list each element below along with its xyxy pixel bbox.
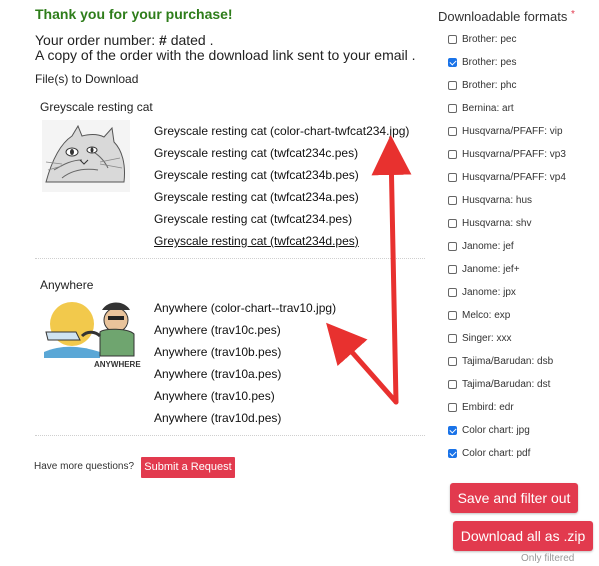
format-checkbox[interactable] bbox=[448, 81, 457, 90]
format-option[interactable]: Husqvarna: shv bbox=[448, 218, 531, 229]
download-zip-button[interactable]: Download all as .zip bbox=[453, 521, 593, 551]
format-label: Bernina: art bbox=[462, 103, 514, 114]
format-label: Janome: jef+ bbox=[462, 264, 520, 275]
format-checkbox[interactable] bbox=[448, 173, 457, 182]
format-label: Color chart: jpg bbox=[462, 425, 530, 436]
order-number-label: Your order number: bbox=[35, 32, 156, 48]
format-label: Tajima/Barudan: dst bbox=[462, 379, 551, 390]
format-label: Tajima/Barudan: dsb bbox=[462, 356, 554, 367]
format-label: Husqvarna/PFAFF: vp4 bbox=[462, 172, 566, 183]
only-filtered-note: Only filtered bbox=[521, 553, 575, 564]
format-label: Melco: exp bbox=[462, 310, 511, 321]
format-option[interactable]: Singer: xxx bbox=[448, 333, 511, 344]
save-and-filter-button[interactable]: Save and filter out bbox=[450, 483, 578, 513]
format-label: Janome: jpx bbox=[462, 287, 516, 298]
format-checkbox[interactable] bbox=[448, 334, 457, 343]
format-checkbox[interactable] bbox=[448, 104, 457, 113]
submit-request-button[interactable]: Submit a Request bbox=[141, 457, 235, 478]
anywhere-thumb-text: ANYWHERE bbox=[94, 360, 141, 369]
format-checkbox[interactable] bbox=[448, 127, 457, 136]
format-label: Brother: phc bbox=[462, 80, 517, 91]
format-option[interactable]: Color chart: jpg bbox=[448, 425, 530, 436]
format-checkbox[interactable] bbox=[448, 357, 457, 366]
product-divider bbox=[35, 258, 425, 259]
format-option[interactable]: Janome: jpx bbox=[448, 287, 516, 298]
format-label: Husqvarna/PFAFF: vip bbox=[462, 126, 563, 137]
format-option[interactable]: Brother: pec bbox=[448, 34, 516, 45]
format-checkbox[interactable] bbox=[448, 58, 457, 67]
file-link-anywhere-color-chart[interactable]: Anywhere (color-chart--trav10.jpg) bbox=[154, 301, 336, 315]
format-option[interactable]: Color chart: pdf bbox=[448, 448, 530, 459]
required-mark: * bbox=[570, 9, 575, 20]
format-option[interactable]: Melco: exp bbox=[448, 310, 510, 321]
format-checkbox[interactable] bbox=[448, 35, 457, 44]
formats-title-text: Downloadable formats bbox=[438, 9, 568, 24]
formats-title: Downloadable formats * bbox=[438, 9, 575, 24]
format-option[interactable]: Janome: jef bbox=[448, 241, 514, 252]
format-checkbox[interactable] bbox=[448, 150, 457, 159]
format-label: Brother: pec bbox=[462, 34, 517, 45]
format-option[interactable]: Husqvarna/PFAFF: vp3 bbox=[448, 149, 566, 160]
format-label: Janome: jef bbox=[462, 241, 514, 252]
thank-you-heading: Thank you for your purchase! bbox=[35, 6, 233, 22]
product-divider bbox=[35, 435, 425, 436]
order-number-value: # bbox=[159, 32, 167, 48]
format-option[interactable]: Brother: phc bbox=[448, 80, 516, 91]
format-label: Embird: edr bbox=[462, 402, 514, 413]
file-link-cat-color-chart[interactable]: Greyscale resting cat (color-chart-twfca… bbox=[154, 124, 409, 138]
help-question: Have more questions? bbox=[34, 461, 135, 472]
format-checkbox[interactable] bbox=[448, 449, 457, 458]
file-link-anywhere-b[interactable]: Anywhere (trav10b.pes) bbox=[154, 345, 281, 359]
format-option[interactable]: Husqvarna/PFAFF: vip bbox=[448, 126, 563, 137]
format-checkbox[interactable] bbox=[448, 403, 457, 412]
format-option[interactable]: Janome: jef+ bbox=[448, 264, 520, 275]
format-checkbox[interactable] bbox=[448, 426, 457, 435]
format-option[interactable]: Husqvarna: hus bbox=[448, 195, 532, 206]
file-link-anywhere-d[interactable]: Anywhere (trav10d.pes) bbox=[154, 411, 281, 425]
format-label: Brother: pes bbox=[462, 57, 517, 68]
format-option[interactable]: Tajima/Barudan: dsb bbox=[448, 356, 553, 367]
format-checkbox[interactable] bbox=[448, 242, 457, 251]
order-dated-text: dated . bbox=[170, 32, 214, 48]
format-label: Husqvarna/PFAFF: vp3 bbox=[462, 149, 566, 160]
format-checkbox[interactable] bbox=[448, 288, 457, 297]
format-checkbox[interactable] bbox=[448, 380, 457, 389]
file-link-cat-c[interactable]: Greyscale resting cat (twfcat234c.pes) bbox=[154, 146, 358, 160]
file-link-anywhere-c[interactable]: Anywhere (trav10c.pes) bbox=[154, 323, 281, 337]
file-link-anywhere-main[interactable]: Anywhere (trav10.pes) bbox=[154, 389, 275, 403]
format-checkbox[interactable] bbox=[448, 311, 457, 320]
product-title-anywhere: Anywhere bbox=[40, 278, 94, 292]
files-heading: File(s) to Download bbox=[35, 72, 139, 86]
format-label: Singer: xxx bbox=[462, 333, 512, 344]
file-link-cat-main[interactable]: Greyscale resting cat (twfcat234.pes) bbox=[154, 212, 352, 226]
file-link-cat-b[interactable]: Greyscale resting cat (twfcat234b.pes) bbox=[154, 168, 359, 182]
file-link-cat-a[interactable]: Greyscale resting cat (twfcat234a.pes) bbox=[154, 190, 359, 204]
format-checkbox[interactable] bbox=[448, 265, 457, 274]
product-thumbnail-anywhere[interactable]: ANYWHERE bbox=[42, 296, 144, 374]
format-option[interactable]: Embird: edr bbox=[448, 402, 514, 413]
file-link-cat-d[interactable]: Greyscale resting cat (twfcat234d.pes) bbox=[154, 234, 359, 248]
email-notice: A copy of the order with the download li… bbox=[35, 47, 416, 63]
format-option[interactable]: Bernina: art bbox=[448, 103, 514, 114]
format-label: Husqvarna: shv bbox=[462, 218, 532, 229]
format-label: Husqvarna: hus bbox=[462, 195, 533, 206]
format-checkbox[interactable] bbox=[448, 196, 457, 205]
format-checkbox[interactable] bbox=[448, 219, 457, 228]
format-option[interactable]: Tajima/Barudan: dst bbox=[448, 379, 550, 390]
annotation-arrow-line bbox=[371, 135, 412, 405]
format-option[interactable]: Husqvarna/PFAFF: vp4 bbox=[448, 172, 566, 183]
product-thumbnail-cat[interactable] bbox=[42, 120, 130, 192]
format-option[interactable]: Brother: pes bbox=[448, 57, 516, 68]
format-label: Color chart: pdf bbox=[462, 448, 531, 459]
file-link-anywhere-a[interactable]: Anywhere (trav10a.pes) bbox=[154, 367, 281, 381]
product-title-cat: Greyscale resting cat bbox=[40, 100, 153, 114]
annotation-arrow-line bbox=[326, 322, 399, 405]
order-number-line: Your order number: # dated . bbox=[35, 32, 214, 48]
